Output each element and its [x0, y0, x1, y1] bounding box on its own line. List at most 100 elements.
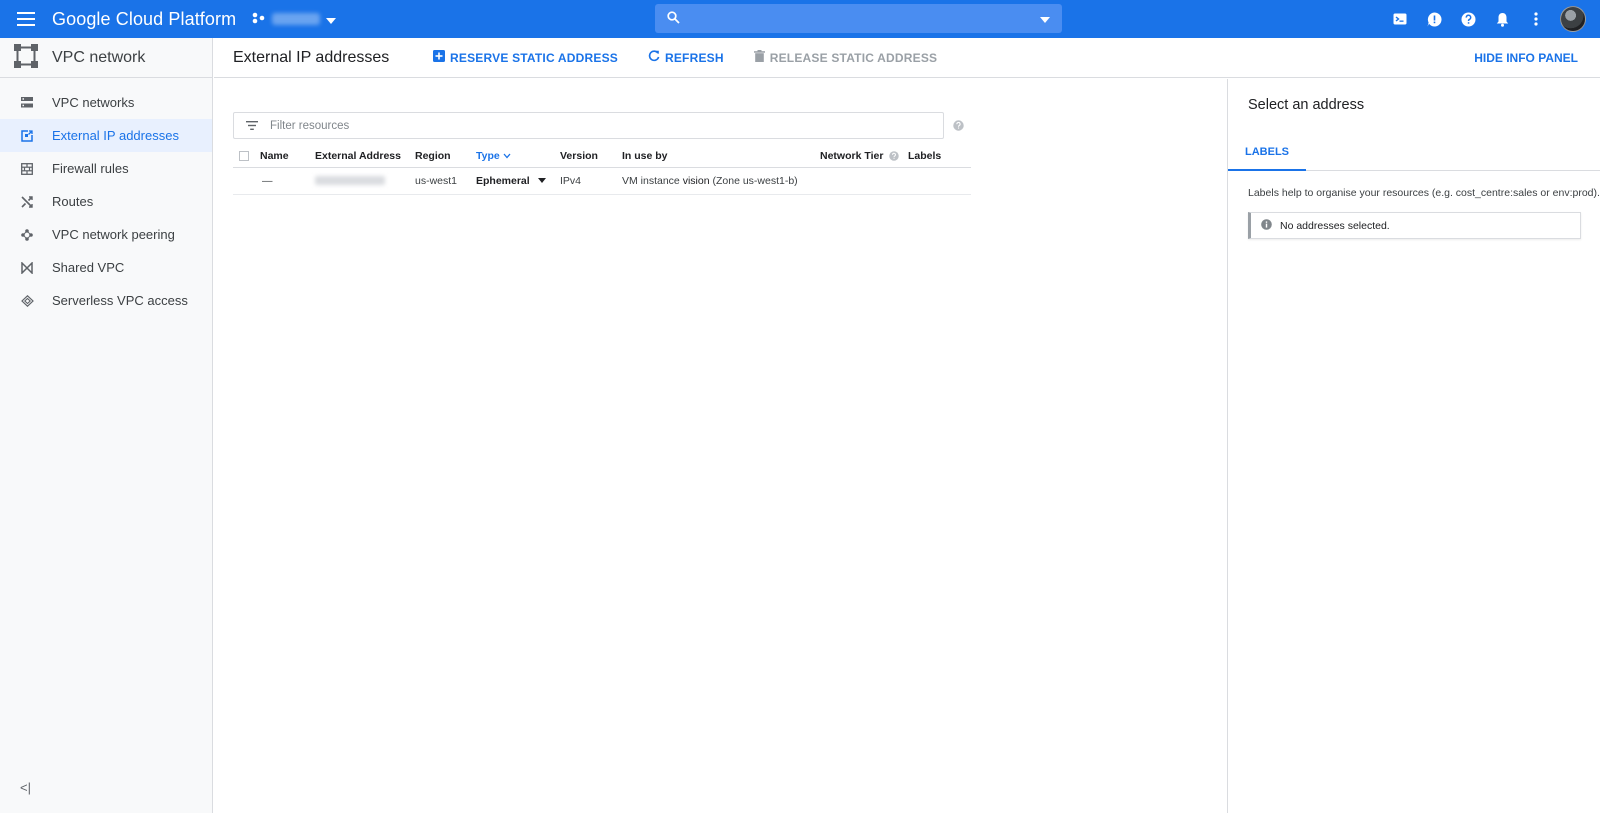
filter-placeholder: Filter resources — [270, 119, 350, 132]
cell-type[interactable]: Ephemeral — [476, 167, 560, 195]
cloud-shell-icon[interactable] — [1390, 9, 1410, 29]
addresses-table: Name External Address Region Type Versio… — [233, 145, 971, 195]
sidebar-item-serverless-vpc-access[interactable]: Serverless VPC access — [0, 284, 212, 317]
info-panel-tabs: LABELS — [1228, 135, 1600, 171]
in-use-instance-link[interactable]: vision — [683, 175, 710, 187]
project-selector[interactable] — [252, 0, 337, 38]
column-header-name[interactable]: Name — [260, 145, 315, 168]
notifications-icon[interactable] — [1492, 9, 1512, 29]
column-header-type-label: Type — [476, 149, 500, 162]
product-header: VPC network — [0, 38, 212, 78]
notice-text: No addresses selected. — [1280, 219, 1390, 232]
column-header-network-tier-label: Network Tier — [820, 149, 884, 162]
refresh-label: REFRESH — [664, 50, 724, 65]
page-action-bar: External IP addresses RESERVE STATIC ADD… — [214, 38, 1600, 78]
column-header-type[interactable]: Type — [476, 145, 560, 168]
table-header-row: Name External Address Region Type Versio… — [233, 145, 971, 168]
help-icon[interactable] — [886, 150, 900, 162]
info-panel-heading: Select an address — [1248, 97, 1365, 113]
filter-list-icon — [246, 118, 258, 133]
brand-title[interactable]: Google Cloud Platform — [52, 9, 236, 30]
filter-help-icon[interactable] — [953, 119, 964, 134]
vpc-network-icon — [14, 44, 38, 71]
sidebar-item-routes[interactable]: Routes — [0, 185, 212, 218]
column-header-in-use-by[interactable]: In use by — [622, 145, 820, 168]
select-all-cell — [233, 145, 260, 168]
release-static-address-button[interactable]: RELEASE STATIC ADDRESS — [753, 50, 938, 65]
info-icon — [1261, 218, 1272, 233]
external-ip-icon — [20, 129, 34, 143]
sidebar-item-shared-vpc[interactable]: Shared VPC — [0, 251, 212, 284]
sidebar-item-firewall-rules[interactable]: Firewall rules — [0, 152, 212, 185]
sidebar-item-label: Serverless VPC access — [52, 293, 188, 308]
serverless-icon — [20, 294, 34, 308]
column-header-labels[interactable]: Labels — [908, 145, 971, 168]
hide-info-panel-button[interactable]: HIDE INFO PANEL — [1474, 38, 1578, 78]
search-icon — [667, 10, 680, 27]
nav-list: VPC networks External IP addresses Firew… — [0, 86, 212, 317]
cell-external-address — [315, 167, 415, 195]
sidebar-item-label: VPC networks — [52, 95, 135, 110]
in-use-prefix: VM instance — [622, 174, 683, 187]
in-use-suffix: (Zone us-west1-b) — [709, 174, 798, 187]
avatar[interactable] — [1560, 6, 1586, 32]
vpc-networks-icon — [20, 96, 34, 110]
top-app-bar: Google Cloud Platform — [0, 0, 1600, 38]
refresh-icon — [648, 50, 660, 65]
cell-in-use-by: VM instance vision (Zone us-west1-b) — [622, 167, 820, 195]
no-selection-notice: No addresses selected. — [1248, 212, 1581, 239]
main-content: Filter resources Name External Address R… — [214, 79, 1226, 813]
tab-labels[interactable]: LABELS — [1228, 135, 1306, 171]
cell-network-tier — [820, 167, 908, 195]
search-dropdown-icon[interactable] — [1040, 11, 1050, 26]
sidebar-item-vpc-network-peering[interactable]: VPC network peering — [0, 218, 212, 251]
sidebar-item-label: Routes — [52, 194, 94, 209]
row-checkbox-cell — [233, 167, 260, 195]
product-name: VPC network — [52, 48, 146, 66]
cell-name: — — [260, 167, 315, 195]
hamburger-menu-icon[interactable] — [0, 0, 52, 38]
sidebar-item-label: External IP addresses — [52, 128, 179, 143]
reserve-static-address-button[interactable]: RESERVE STATIC ADDRESS — [433, 50, 618, 65]
cell-version: IPv4 — [560, 167, 622, 195]
project-name-redacted — [272, 13, 321, 25]
cell-labels — [908, 167, 971, 195]
search-bar[interactable] — [655, 4, 1062, 33]
table-row[interactable]: — us-west1 Ephemeral IPv4 VM instance vi… — [233, 167, 971, 195]
sidebar-item-vpc-networks[interactable]: VPC networks — [0, 86, 212, 119]
column-header-region[interactable]: Region — [415, 145, 476, 168]
column-header-version[interactable]: Version — [560, 145, 622, 168]
select-all-checkbox[interactable] — [239, 150, 249, 161]
info-panel: Select an address LABELS Labels help to … — [1227, 79, 1600, 813]
chevron-down-icon — [326, 12, 337, 27]
firewall-icon — [20, 162, 34, 176]
page-title: External IP addresses — [233, 48, 390, 66]
trash-icon — [753, 50, 765, 65]
sidebar-item-external-ip-addresses[interactable]: External IP addresses — [0, 119, 212, 152]
reserve-static-address-label: RESERVE STATIC ADDRESS — [450, 50, 618, 65]
sidebar-item-label: VPC network peering — [52, 227, 175, 242]
cell-region: us-west1 — [415, 167, 476, 195]
release-static-address-label: RELEASE STATIC ADDRESS — [769, 50, 938, 65]
external-address-redacted — [315, 176, 385, 186]
collapse-nav-icon[interactable]: <| — [20, 780, 31, 795]
column-header-network-tier[interactable]: Network Tier — [820, 145, 908, 168]
peering-icon — [20, 228, 34, 242]
project-dots-icon — [252, 12, 266, 27]
add-box-icon — [433, 50, 445, 65]
sort-arrow-icon — [503, 150, 511, 162]
filter-resources-input[interactable]: Filter resources — [233, 112, 944, 139]
more-vert-icon[interactable] — [1526, 9, 1546, 29]
side-navigation: VPC network VPC networks External IP add… — [0, 38, 213, 813]
routes-icon — [20, 195, 34, 209]
type-dropdown-icon[interactable] — [533, 175, 546, 187]
refresh-button[interactable]: REFRESH — [648, 50, 724, 65]
help-icon[interactable] — [1458, 9, 1478, 29]
name-value: — — [262, 174, 273, 187]
labels-description: Labels help to organise your resources (… — [1248, 187, 1600, 199]
sidebar-item-label: Firewall rules — [52, 161, 129, 176]
column-header-external-address[interactable]: External Address — [315, 145, 415, 168]
type-select-value[interactable]: Ephemeral — [476, 175, 530, 187]
shared-vpc-icon — [20, 261, 34, 275]
feedback-icon[interactable] — [1424, 9, 1444, 29]
